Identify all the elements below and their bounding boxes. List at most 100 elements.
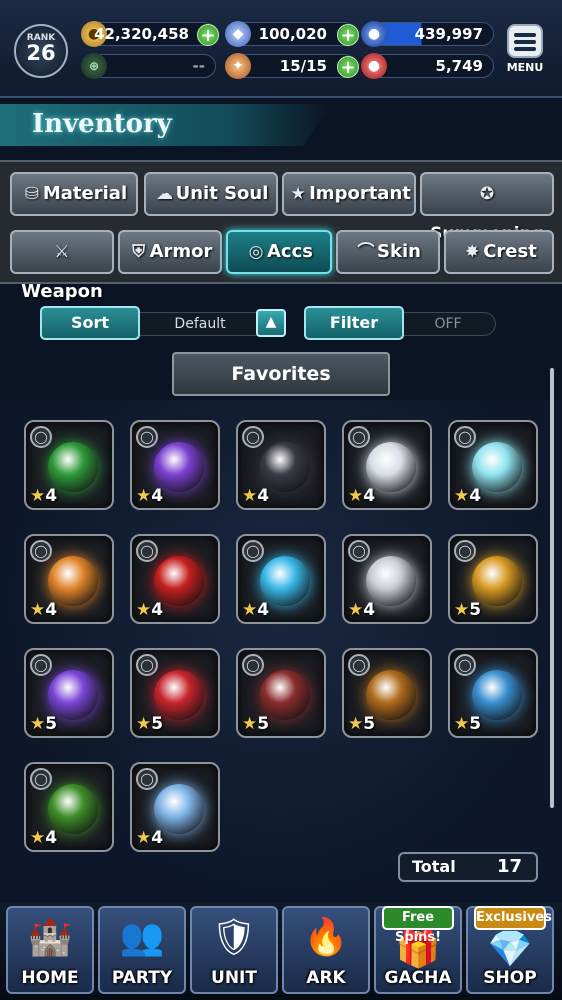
rarity-badge: ★5 <box>30 714 57 734</box>
accessory-icon <box>154 670 204 720</box>
stamina-value: 15/15 <box>279 57 327 75</box>
tab-armor[interactable]: ⛨ Armor <box>118 230 222 274</box>
tab-unit-soul[interactable]: ☁ Unit Soul <box>144 172 278 216</box>
accessory-item[interactable]: ◯ ★4 <box>24 762 114 852</box>
tab-summoning[interactable]: ✪Summoning <box>420 172 554 244</box>
sort-button[interactable]: Sort <box>40 306 140 340</box>
stamina-counter: ✦ 15/15 + <box>225 53 359 79</box>
rarity-badge: ★4 <box>242 600 269 620</box>
nav-ark[interactable]: 🔥 ARK <box>282 906 370 994</box>
add-crystal-button[interactable]: + <box>337 24 359 46</box>
accessory-icon <box>472 442 522 492</box>
accessory-item[interactable]: ◯ ★4 <box>24 420 114 510</box>
accessory-item[interactable]: ◯ ★5 <box>448 648 538 738</box>
favorites-button[interactable]: Favorites <box>172 352 390 396</box>
sort-value[interactable]: Default <box>138 312 262 336</box>
tab-skin[interactable]: ⌒ Skin <box>336 230 440 274</box>
accessory-item[interactable]: ◯ ★4 <box>342 534 432 624</box>
star-icon: ★ <box>290 184 306 204</box>
armor-icon: ⛨ <box>132 242 145 262</box>
accessory-item[interactable]: ◯ ★5 <box>24 648 114 738</box>
accessory-icon <box>366 556 416 606</box>
nav-gacha-label: GACHA <box>384 968 452 988</box>
filter-label: Filter <box>329 313 379 332</box>
tab-weapon[interactable]: ⚔ Weapon <box>10 230 114 302</box>
rarity-value: 4 <box>45 486 58 506</box>
tab-important[interactable]: ★ Important <box>282 172 416 216</box>
hanger-icon: ⌒ <box>357 242 375 262</box>
rarity-badge: ★4 <box>136 486 163 506</box>
accessory-item[interactable]: ◯ ★4 <box>130 762 220 852</box>
accessory-icon <box>48 670 98 720</box>
menu-button[interactable]: MENU <box>502 24 548 78</box>
accessory-item[interactable]: ◯ ★4 <box>448 420 538 510</box>
star-icon: ★ <box>136 828 152 848</box>
accessory-icon <box>260 670 310 720</box>
nav-unit[interactable]: 🛡 UNIT <box>190 906 278 994</box>
star-icon: ★ <box>348 486 364 506</box>
tab-armor-label: Armor <box>149 241 213 262</box>
accessory-item[interactable]: ◯ ★5 <box>236 648 326 738</box>
add-gold-button[interactable]: + <box>197 24 219 46</box>
tab-important-label: Important <box>309 183 411 204</box>
blue-currency-value: 439,997 <box>414 25 483 43</box>
nav-home[interactable]: 🏰 HOME <box>6 906 94 994</box>
rarity-value: 4 <box>257 600 270 620</box>
accessory-icon <box>260 442 310 492</box>
rarity-value: 5 <box>45 714 58 734</box>
equip-lock-icon: ◯ <box>136 540 158 562</box>
tab-accs[interactable]: ◎ Accs <box>226 230 332 274</box>
tab-crest[interactable]: ✸ Crest <box>444 230 554 274</box>
accessory-icon <box>154 784 204 834</box>
rarity-value: 5 <box>151 714 164 734</box>
tab-material[interactable]: ⛁ Material <box>10 172 138 216</box>
crystal-icon: ◆ <box>225 21 251 47</box>
accessory-icon <box>154 556 204 606</box>
accessory-icon <box>366 442 416 492</box>
accessory-icon <box>366 670 416 720</box>
star-icon: ★ <box>454 714 470 734</box>
hamburger-icon <box>507 24 543 58</box>
title-banner: Inventory <box>0 104 330 146</box>
rarity-value: 5 <box>469 600 482 620</box>
accessory-icon <box>154 442 204 492</box>
star-icon: ★ <box>242 600 258 620</box>
sword-icon: ⚔ <box>54 242 70 262</box>
page-title: Inventory <box>32 109 172 139</box>
nav-unit-label: UNIT <box>211 968 257 988</box>
rarity-badge: ★4 <box>136 828 163 848</box>
red-orb-icon: ● <box>361 53 387 79</box>
crystal-counter: ◆ 100,020 + <box>225 21 359 47</box>
sack-icon: ⛁ <box>24 184 39 204</box>
nav-shop[interactable]: Exclusives 💎 SHOP <box>466 906 554 994</box>
nav-home-label: HOME <box>21 968 79 988</box>
accessory-item[interactable]: ◯ ★4 <box>130 420 220 510</box>
party-icon: 👥 <box>119 917 165 958</box>
gacha-badge: Free Spins! <box>382 906 454 945</box>
nav-party[interactable]: 👥 PARTY <box>98 906 186 994</box>
filter-value[interactable]: OFF <box>400 312 496 336</box>
rank-badge[interactable]: RANK 26 <box>14 24 68 78</box>
accessory-item[interactable]: ◯ ★4 <box>236 420 326 510</box>
nav-party-label: PARTY <box>111 968 173 988</box>
equip-lock-icon: ◯ <box>136 654 158 676</box>
sort-order-button[interactable]: ▲ <box>256 309 286 337</box>
sort-label: Sort <box>70 313 110 332</box>
rarity-badge: ★4 <box>348 486 375 506</box>
star-icon: ★ <box>30 486 46 506</box>
rank-value: 26 <box>26 41 56 65</box>
accessory-item[interactable]: ◯ ★5 <box>448 534 538 624</box>
filter-button[interactable]: Filter <box>304 306 404 340</box>
accessory-item[interactable]: ◯ ★4 <box>130 534 220 624</box>
accessory-item[interactable]: ◯ ★4 <box>236 534 326 624</box>
scrollbar[interactable] <box>550 368 554 808</box>
nav-gacha[interactable]: Free Spins! 🎁 GACHA <box>374 906 462 994</box>
add-stamina-button[interactable]: + <box>337 56 359 78</box>
crest-icon: ✸ <box>465 242 480 262</box>
accessory-item[interactable]: ◯ ★5 <box>342 648 432 738</box>
accessory-item[interactable]: ◯ ★4 <box>342 420 432 510</box>
accessory-item[interactable]: ◯ ★5 <box>130 648 220 738</box>
tab-accs-label: Accs <box>267 241 313 262</box>
star-icon: ★ <box>136 600 152 620</box>
accessory-item[interactable]: ◯ ★4 <box>24 534 114 624</box>
